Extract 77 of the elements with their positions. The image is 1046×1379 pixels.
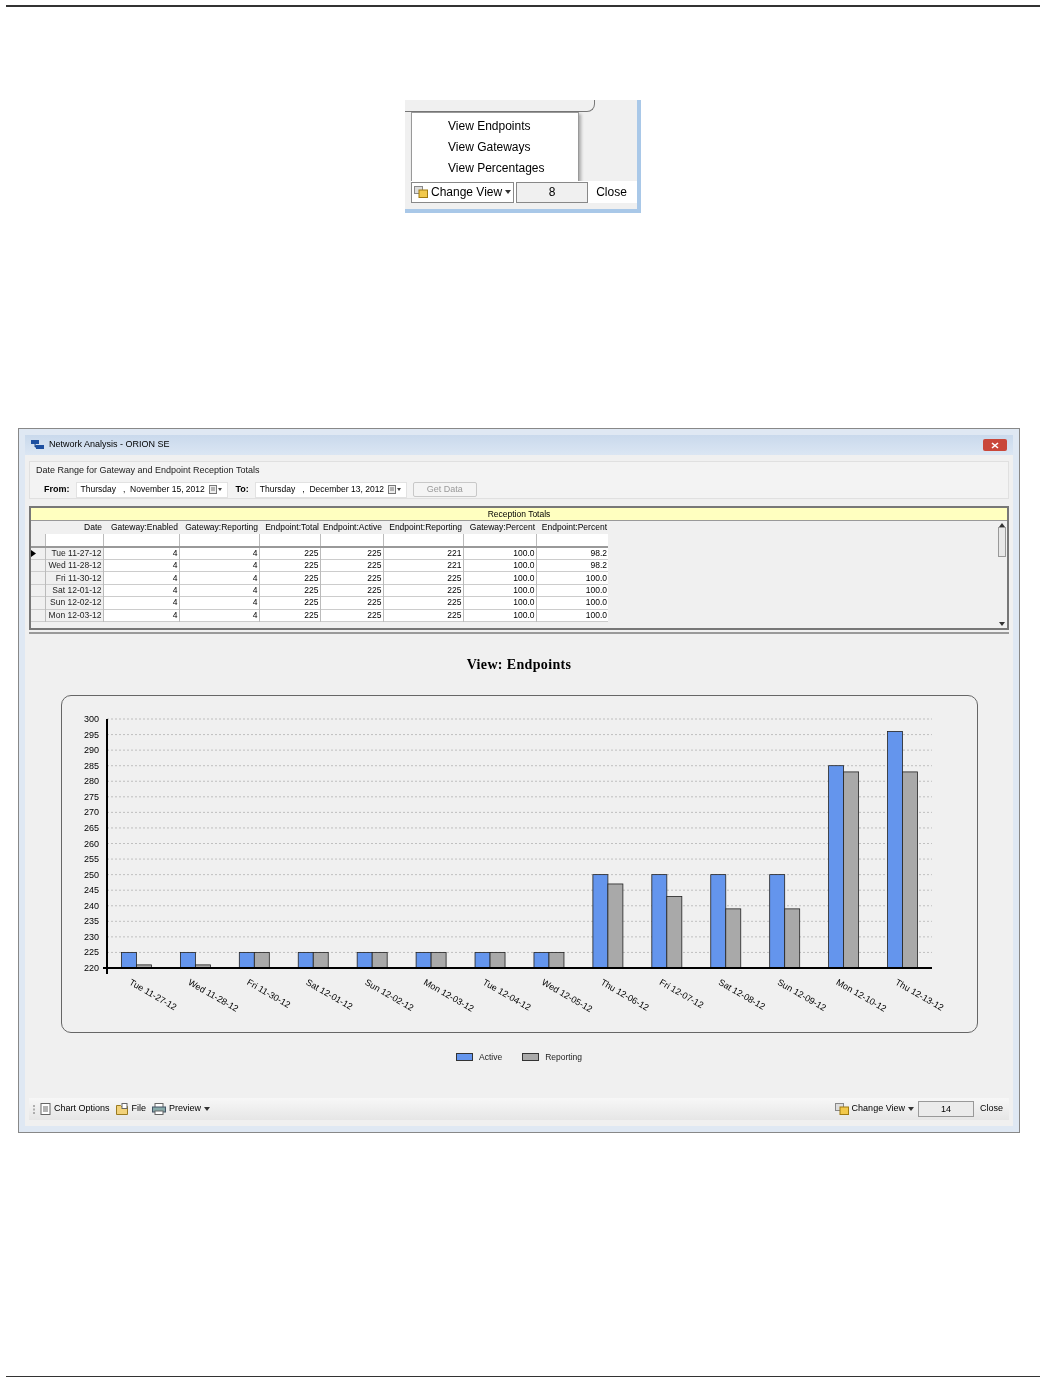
document-icon [40, 1103, 51, 1115]
column-header[interactable]: Gateway:Percent [463, 521, 536, 534]
y-tick-label: 255 [83, 854, 99, 865]
menu-item[interactable]: View Gateways [412, 136, 578, 158]
close-button[interactable]: Close [590, 183, 633, 201]
table-row[interactable]: Sun 12-02-12 4 4 225 225 225 100.0 100.0 [31, 596, 608, 610]
y-tick-label: 275 [83, 791, 99, 802]
legend-label: Active [479, 1051, 503, 1064]
change-view-button[interactable]: Change View [834, 1102, 914, 1116]
to-date-picker[interactable]: Thursday , December 13, 2012 [254, 481, 407, 498]
count-field: 8 [516, 181, 589, 203]
windows-icon [414, 186, 428, 198]
printer-icon [152, 1103, 167, 1115]
menu-item[interactable]: View Endpoints [412, 115, 578, 137]
table-row[interactable]: Fri 11-30-12 4 4 225 225 225 100.0 100.0 [31, 571, 608, 585]
y-tick-label: 245 [83, 885, 99, 896]
bar [356, 952, 373, 969]
bar [238, 952, 255, 969]
bar [474, 952, 490, 969]
bar [415, 952, 431, 969]
window-title: Network Analysis - ORION SE [49, 438, 170, 452]
y-tick-label: 225 [83, 947, 99, 958]
date-range-label: Date Range for Gateway and Endpoint Reception Totals [36, 464, 261, 477]
table-row[interactable]: Sat 12-01-12 4 4 225 225 225 100.0 100.0 [31, 584, 608, 597]
y-tick-label: 220 [83, 963, 99, 973]
from-date-picker[interactable]: Thursday , November 15, 2012 [75, 481, 228, 498]
y-tick-label: 280 [83, 776, 99, 787]
caret-icon [908, 1107, 914, 1111]
y-tick-label: 260 [83, 838, 99, 849]
count-field: 14 [918, 1101, 974, 1117]
bar [489, 952, 505, 969]
close-button[interactable]: Close [978, 1102, 1005, 1116]
toolbar-button[interactable]: Chart Options [39, 1102, 111, 1116]
column-header[interactable]: Gateway:Enabled [103, 521, 179, 534]
menu-item[interactable]: View Percentages [412, 157, 578, 179]
y-tick-label: 235 [83, 916, 99, 927]
calendar-icon [387, 485, 402, 494]
column-header[interactable]: Endpoint:Total [259, 521, 320, 534]
y-tick-label: 270 [83, 807, 99, 818]
caret-icon [505, 190, 512, 194]
to-label: To: [235, 482, 249, 496]
y-tick-label: 265 [83, 822, 99, 833]
toolbar-button[interactable]: File [114, 1102, 148, 1116]
column-header[interactable]: Date [45, 521, 103, 534]
y-tick-label: 230 [83, 931, 99, 942]
y-tick-label: 290 [83, 745, 99, 756]
y-tick-label: 300 [83, 714, 99, 724]
from-label: From: [44, 482, 70, 496]
network-icon [31, 439, 45, 451]
up-arrow-icon [999, 523, 1005, 527]
column-header[interactable]: Gateway:Reporting [179, 521, 259, 534]
change-view-button[interactable]: Change View [411, 181, 515, 203]
chart-title: View: Endpoints [466, 656, 572, 674]
scroll-thumb[interactable] [998, 527, 1006, 557]
calendar-icon [208, 485, 223, 494]
legend-label: Reporting [545, 1051, 582, 1064]
y-tick-label: 295 [83, 729, 99, 740]
column-header[interactable]: Endpoint:Active [320, 521, 383, 534]
row-pointer-icon [31, 550, 36, 557]
y-tick-label: 250 [83, 869, 99, 880]
close-icon[interactable] [983, 439, 1007, 451]
toolbar-button[interactable]: Preview [151, 1102, 212, 1116]
y-tick-label: 285 [83, 760, 99, 771]
folder-icon [115, 1103, 129, 1115]
bar [533, 952, 549, 969]
bar [297, 952, 314, 969]
windows-icon [834, 1103, 849, 1115]
y-tick-label: 240 [83, 900, 99, 911]
bar [548, 952, 564, 969]
table-row[interactable]: Wed 11-28-12 4 4 225 225 221 100.0 98.2 [31, 559, 608, 572]
grid-title: Reception Totals [31, 508, 1007, 521]
column-header[interactable]: Endpoint:Reporting [383, 521, 463, 534]
table-row[interactable]: Tue 11-27-12 4 4 225 225 221 100.0 98.2 [31, 547, 608, 560]
caret-icon [999, 622, 1005, 626]
caret-icon [204, 1107, 211, 1111]
column-header[interactable]: Endpoint:Percent [536, 521, 608, 534]
table-row[interactable]: Mon 12-03-12 4 4 225 225 225 100.0 100.0 [31, 609, 608, 622]
